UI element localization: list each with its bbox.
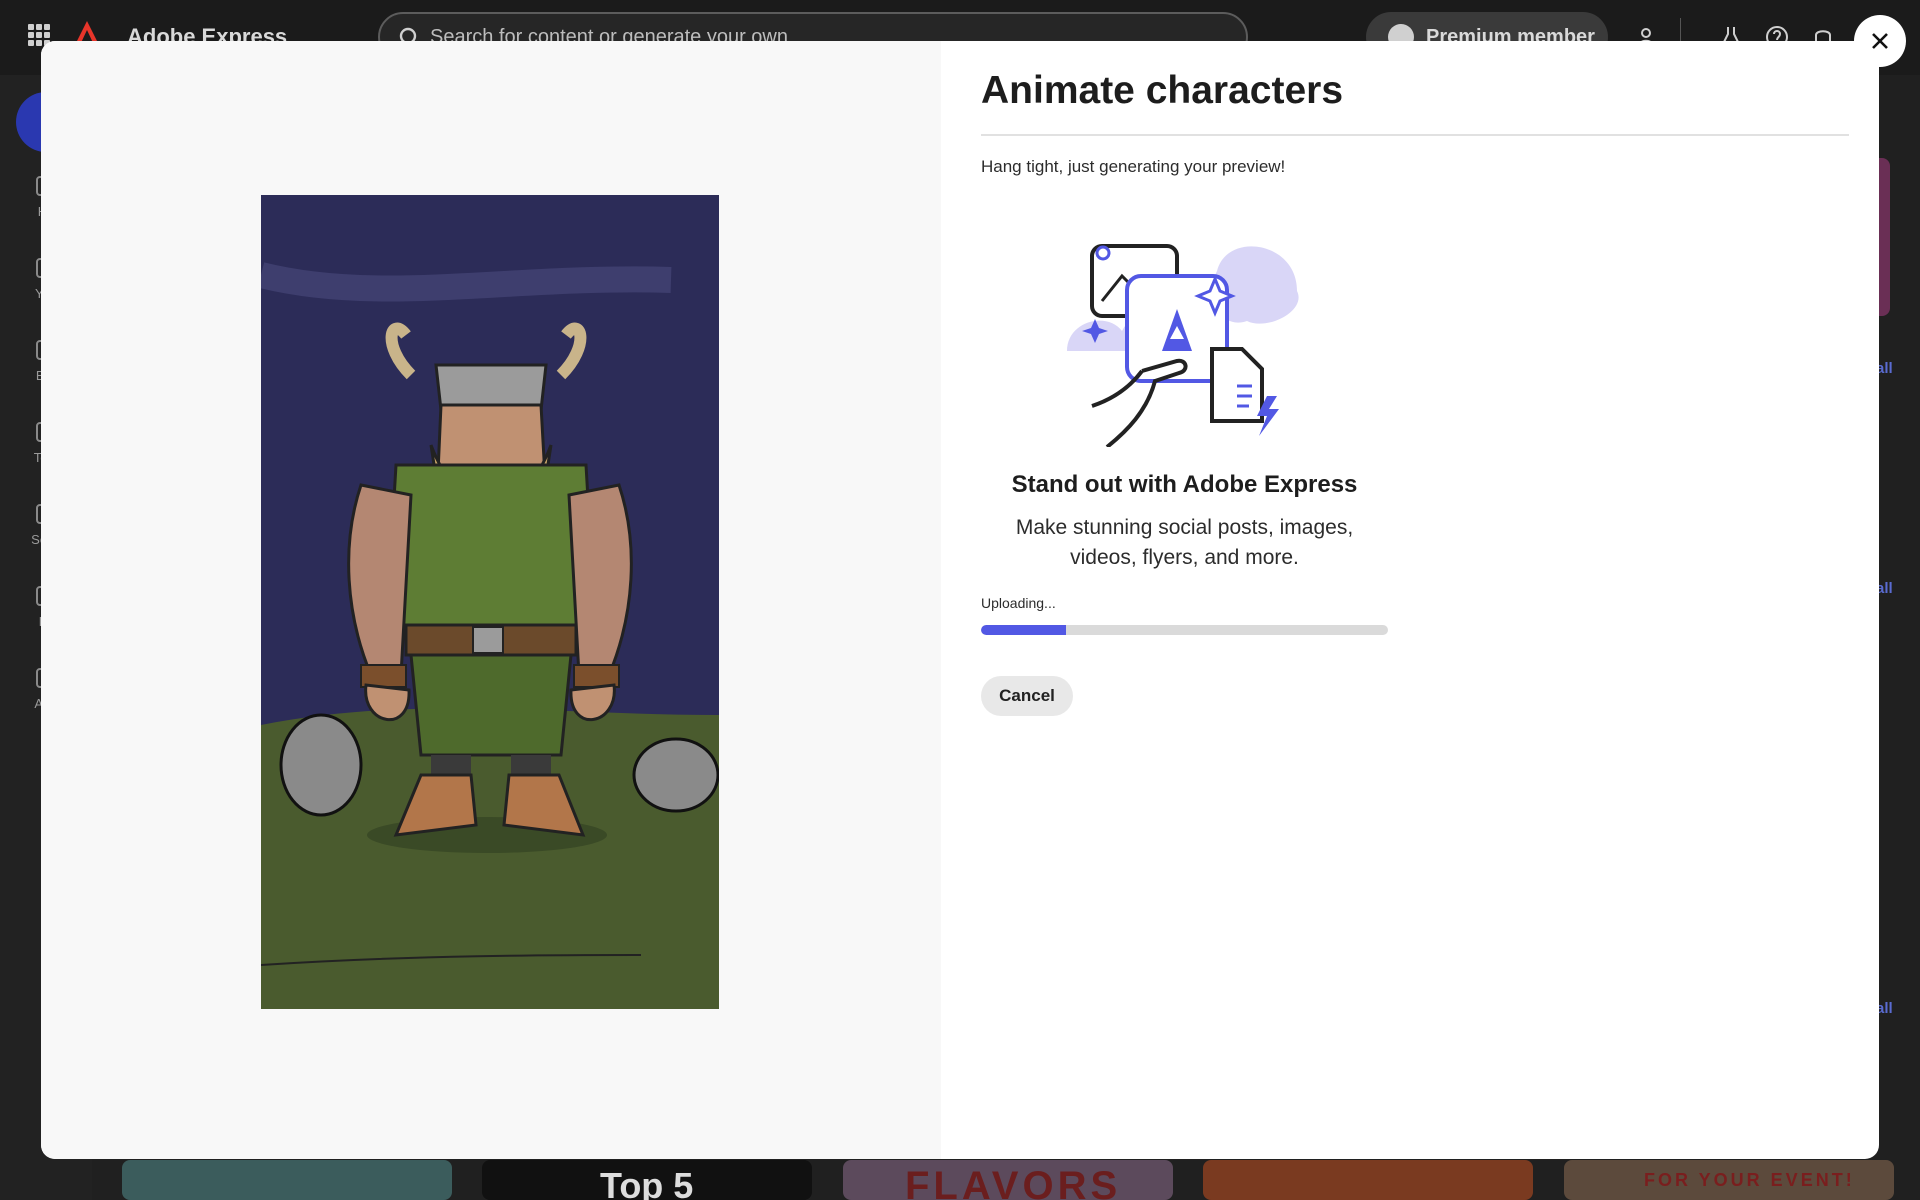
character-preview-image xyxy=(261,195,719,1009)
close-dialog-button[interactable] xyxy=(1854,15,1906,67)
progress-label: Uploading... xyxy=(981,595,1056,611)
animate-characters-dialog: Animate characters Hang tight, just gene… xyxy=(41,41,1879,1159)
template-card-flavors[interactable]: FLAVORS xyxy=(843,1160,1173,1200)
generation-status-text: Hang tight, just generating your preview… xyxy=(981,157,1286,176)
upload-progress-bar xyxy=(981,625,1388,635)
preview-panel xyxy=(41,41,941,1159)
upload-progress-fill xyxy=(981,625,1067,635)
close-icon xyxy=(1872,33,1888,49)
adobe-express-promo-illustration xyxy=(1067,244,1299,447)
template-card-event[interactable]: FOR YOUR EVENT! xyxy=(1564,1160,1894,1200)
generation-panel: Animate characters Hang tight, just gene… xyxy=(981,41,1851,1159)
title-divider xyxy=(981,134,1849,136)
cancel-button[interactable]: Cancel xyxy=(981,676,1073,716)
promo-title: Stand out with Adobe Express xyxy=(1011,471,1358,498)
dialog-title: Animate characters xyxy=(981,69,1344,112)
promo-description: Make stunning social posts, images, vide… xyxy=(1015,516,1354,569)
template-card[interactable] xyxy=(122,1160,452,1200)
template-card[interactable] xyxy=(1203,1160,1533,1200)
template-card-top5[interactable]: Top 5 xyxy=(482,1160,812,1200)
